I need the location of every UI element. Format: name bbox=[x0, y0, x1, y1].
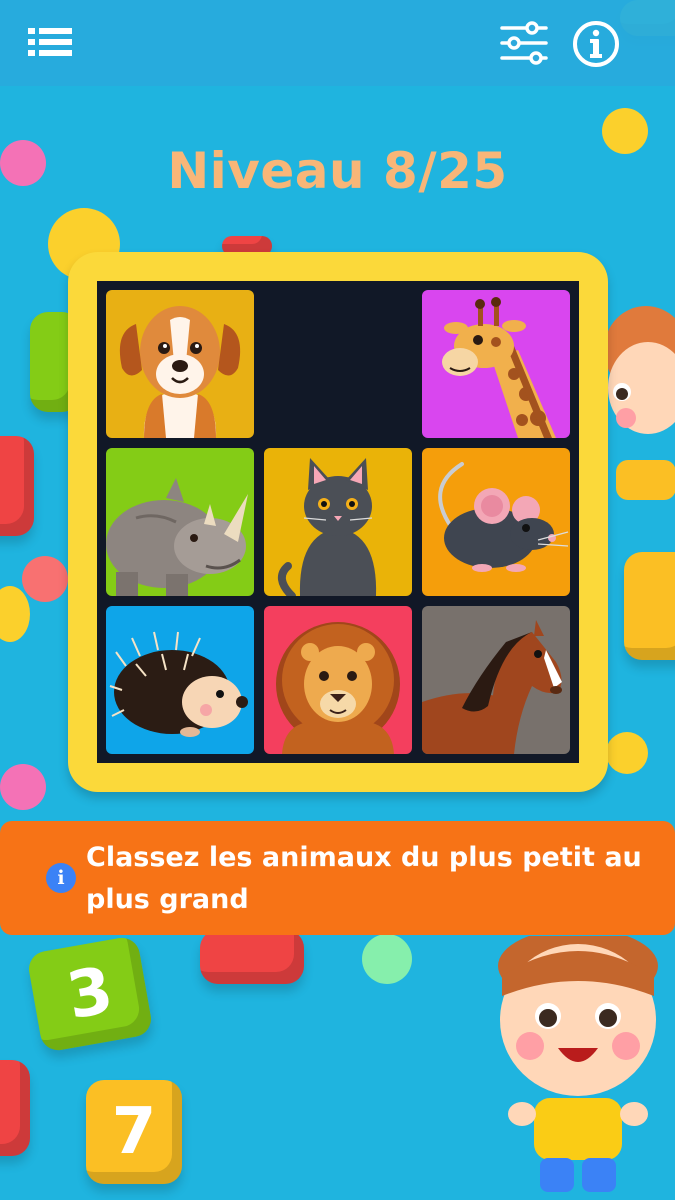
instruction-text: Classez les animaux du plus petit au plu… bbox=[86, 842, 642, 915]
dog-icon bbox=[119, 306, 241, 438]
tile-mouse[interactable] bbox=[422, 448, 570, 596]
list-menu-icon bbox=[28, 28, 72, 56]
info-circle-icon bbox=[573, 21, 619, 67]
number-cube bbox=[0, 1060, 30, 1156]
puzzle-board bbox=[97, 281, 579, 763]
tile-lion[interactable] bbox=[264, 606, 412, 754]
number-cube bbox=[624, 552, 675, 660]
tile-horse[interactable] bbox=[422, 606, 570, 754]
empty-slot[interactable] bbox=[264, 290, 412, 438]
mouse-icon bbox=[438, 462, 569, 572]
settings-button[interactable] bbox=[496, 18, 552, 68]
puzzle-frame bbox=[68, 252, 608, 792]
confetti-dot bbox=[362, 934, 412, 984]
number-cube bbox=[0, 436, 34, 536]
rhino-icon bbox=[106, 478, 248, 596]
tile-cat[interactable] bbox=[264, 448, 412, 596]
number-cube: 3 bbox=[26, 935, 154, 1053]
tile-rhino[interactable] bbox=[106, 448, 254, 596]
info-button[interactable] bbox=[570, 18, 622, 70]
tile-hedgehog[interactable] bbox=[106, 606, 254, 754]
level-title: Niveau 8/25 bbox=[167, 142, 508, 200]
giraffe-icon bbox=[442, 297, 556, 438]
info-icon: i bbox=[46, 863, 76, 893]
confetti-dot bbox=[22, 556, 68, 602]
confetti-dot bbox=[0, 764, 46, 810]
number-cube: 7 bbox=[86, 1080, 182, 1184]
lion-icon bbox=[276, 622, 400, 754]
sliders-settings-icon bbox=[500, 21, 548, 65]
horse-icon bbox=[422, 620, 562, 754]
tile-dog[interactable] bbox=[106, 290, 254, 438]
tile-giraffe[interactable] bbox=[422, 290, 570, 438]
number-cube bbox=[200, 930, 304, 984]
hedgehog-icon bbox=[109, 631, 248, 737]
kid-illustration bbox=[498, 936, 658, 1192]
top-bar bbox=[0, 0, 675, 86]
instruction-banner: i Classez les animaux du plus petit au p… bbox=[0, 821, 675, 935]
confetti-dot bbox=[606, 732, 648, 774]
cat-icon bbox=[278, 458, 377, 596]
menu-button[interactable] bbox=[22, 20, 78, 64]
confetti-dot bbox=[0, 586, 30, 642]
